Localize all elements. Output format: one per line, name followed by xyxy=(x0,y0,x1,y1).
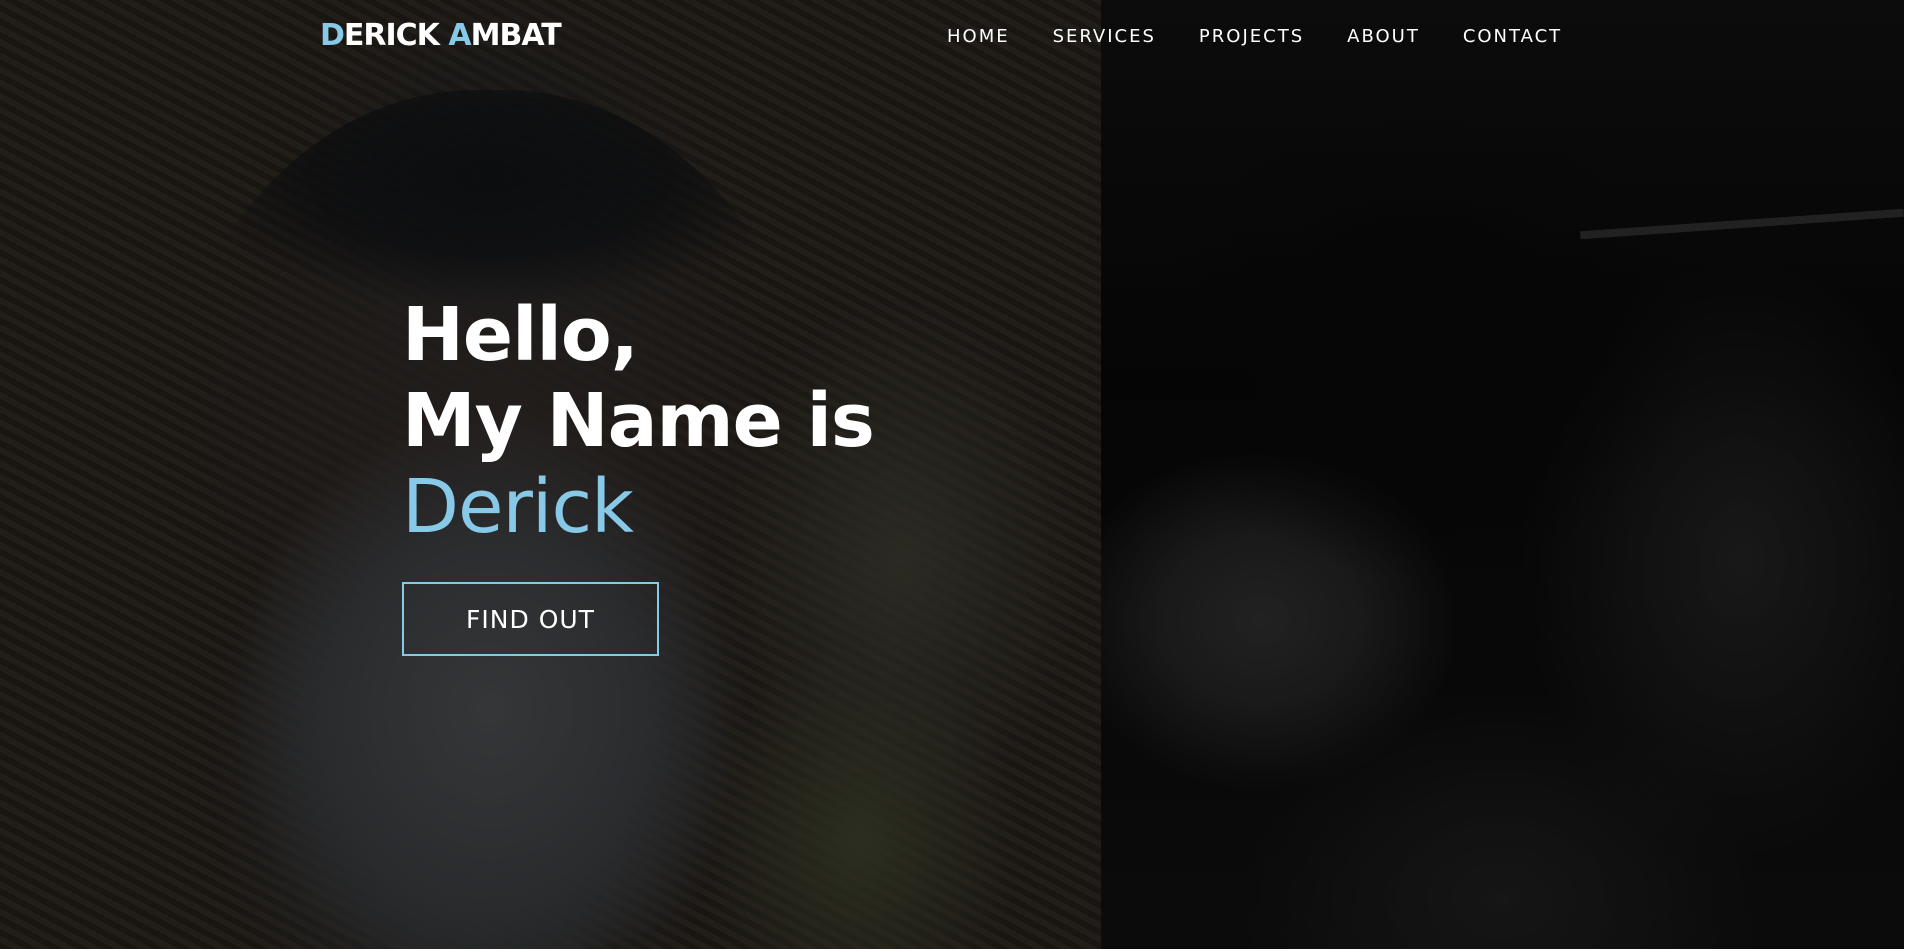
nav-item-home: HOME xyxy=(947,26,1010,47)
brand-first-initial: D xyxy=(320,18,345,53)
top-navbar: DERICK AMBAT HOME SERVICES PROJECTS ABOU… xyxy=(0,0,1904,76)
nav-item-projects: PROJECTS xyxy=(1199,26,1304,47)
nav-item-services: SERVICES xyxy=(1053,26,1156,47)
nav-link-services[interactable]: SERVICES xyxy=(1053,26,1156,47)
nav-link-home[interactable]: HOME xyxy=(947,26,1010,47)
nav-item-contact: CONTACT xyxy=(1463,26,1562,47)
brand-first-rest: ERICK xyxy=(343,18,449,53)
brand-logo[interactable]: DERICK AMBAT xyxy=(320,18,562,53)
dark-overlay xyxy=(0,0,1904,949)
hero-section: DERICK AMBAT HOME SERVICES PROJECTS ABOU… xyxy=(0,0,1904,949)
nav-item-about: ABOUT xyxy=(1347,26,1420,47)
brand-last-rest: MBAT xyxy=(470,18,562,53)
nav-menu: HOME SERVICES PROJECTS ABOUT CONTACT xyxy=(947,26,1562,47)
find-out-button[interactable]: FIND OUT xyxy=(402,582,659,656)
nav-link-contact[interactable]: CONTACT xyxy=(1463,26,1562,47)
nav-link-about[interactable]: ABOUT xyxy=(1347,26,1420,47)
brand-last-initial: A xyxy=(448,18,471,53)
hero-greeting: Hello, xyxy=(402,292,639,378)
nav-link-projects[interactable]: PROJECTS xyxy=(1199,26,1304,47)
hero-name: Derick xyxy=(402,464,634,550)
hero-intro: My Name is xyxy=(402,378,875,464)
hero-heading: Hello, My Name is Derick xyxy=(402,292,875,550)
